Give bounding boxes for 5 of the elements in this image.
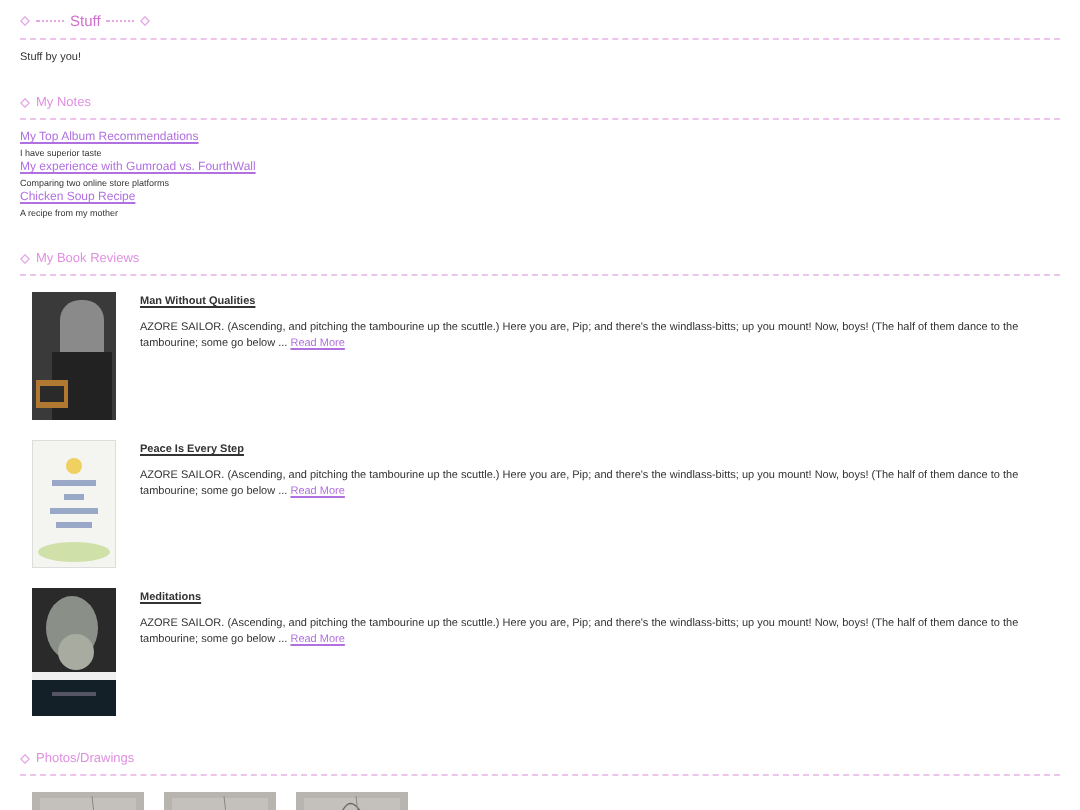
diamond-icon: [20, 16, 30, 26]
diamond-icon: [20, 98, 30, 108]
diamond-icon: [140, 16, 151, 26]
diamond-icon: [20, 254, 30, 264]
diamond-icon: [20, 754, 30, 764]
